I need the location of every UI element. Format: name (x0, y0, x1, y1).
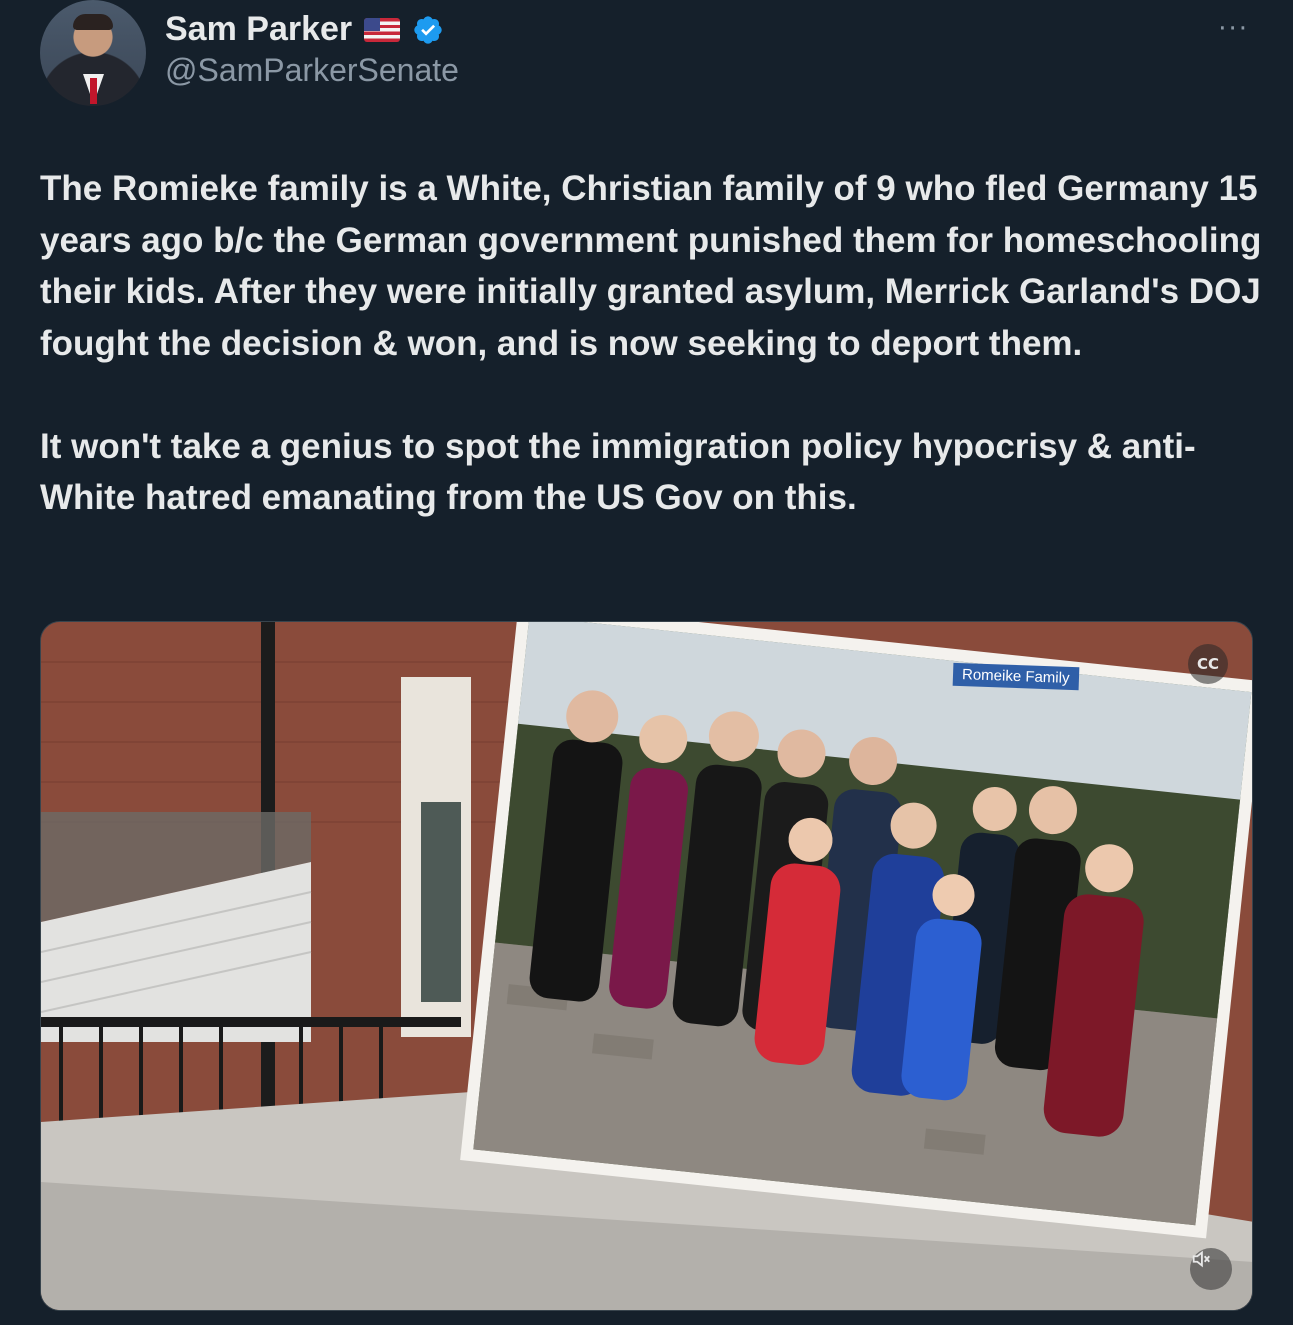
speaker-muted-icon[interactable] (1190, 1248, 1232, 1290)
verified-badge-icon (414, 15, 442, 44)
us-flag-icon (364, 17, 401, 42)
avatar[interactable] (40, 0, 146, 106)
author-name-row: Sam Parker (165, 10, 444, 49)
author-handle[interactable]: @SamParkerSenate (165, 52, 459, 89)
tweet-video[interactable]: Romeike Family CC (40, 621, 1253, 1311)
tweet-paragraph-1: The Romieke family is a White, Christian… (40, 169, 1262, 363)
tweet-paragraph-2: It won't take a genius to spot the immig… (40, 426, 1196, 518)
more-options-icon[interactable]: ··· (1218, 14, 1249, 44)
video-frame-illustration (41, 622, 1252, 1310)
tweet: Sam Parker @SamParkerSenate ··· The Romi… (0, 0, 1293, 1325)
closed-captions-off-icon[interactable]: CC (1188, 644, 1228, 684)
speaker-muted-glyph (1192, 1250, 1210, 1268)
video-caption-tag: Romeike Family (952, 662, 1079, 691)
tweet-text: The Romieke family is a White, Christian… (40, 163, 1265, 524)
author-display-name[interactable]: Sam Parker (165, 10, 352, 49)
